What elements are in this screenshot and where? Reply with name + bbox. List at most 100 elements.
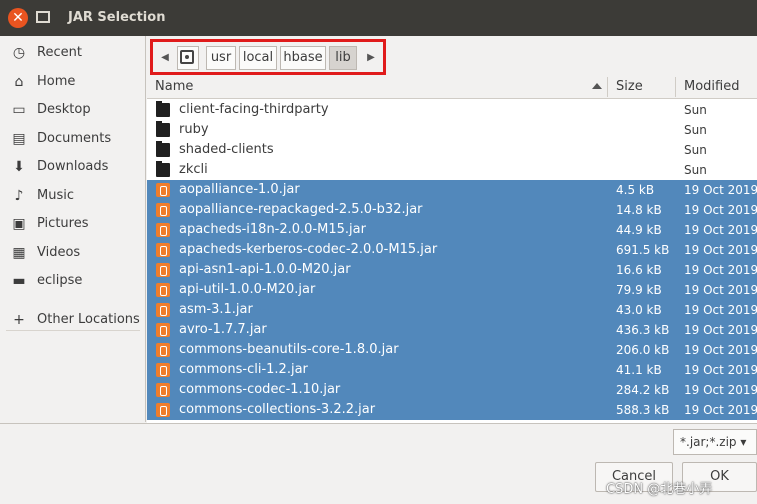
file-row[interactable]: api-util-1.0.0-M20.jar 79.9 kB 19 Oct 2019 [147, 280, 757, 300]
file-name: commons-beanutils-core-1.8.0.jar [179, 342, 399, 357]
path-segment-lib[interactable]: lib [329, 46, 357, 70]
folder-icon [156, 161, 170, 177]
file-row[interactable]: commons-cli-1.2.jar 41.1 kB 19 Oct 2019 [147, 360, 757, 380]
file-modified: 19 Oct 2019 [684, 323, 757, 337]
path-root-button[interactable] [177, 46, 199, 70]
file-modified: 19 Oct 2019 [684, 343, 757, 357]
folder-row[interactable]: shaded-clients Sun [147, 140, 757, 160]
folder-row[interactable]: zkcli Sun [147, 160, 757, 180]
music-icon: ♪ [14, 188, 24, 204]
path-forward-arrow-icon[interactable]: ▶ [363, 48, 379, 68]
file-size: 44.9 kB [616, 223, 662, 237]
file-row[interactable]: commons-codec-1.10.jar 284.2 kB 19 Oct 201… [147, 380, 757, 400]
jar-file-icon [156, 323, 170, 337]
file-modified: 19 Oct 2019 [684, 203, 757, 217]
file-row[interactable]: avro-1.7.7.jar 436.3 kB 19 Oct 2019 [147, 320, 757, 340]
file-name: zkcli [179, 162, 208, 177]
watermark: CSDN @北巷小弄 [606, 482, 713, 497]
jar-file-icon [156, 303, 170, 317]
file-size: 691.5 kB [616, 243, 670, 257]
file-modified: Sun [684, 103, 707, 117]
jar-file-icon [156, 243, 170, 257]
column-header-modified[interactable]: Modified [684, 75, 739, 99]
sidebar-item-videos[interactable]: ▦ Videos [0, 240, 146, 266]
path-back-arrow-icon[interactable]: ◀ [157, 48, 173, 68]
file-row[interactable]: api-asn1-api-1.0.0-M20.jar 16.6 kB 19 Oct … [147, 260, 757, 280]
file-name: asm-3.1.jar [179, 302, 253, 317]
sidebar-item-label: Documents [37, 131, 112, 146]
sidebar-item-label: Recent [37, 45, 82, 60]
sidebar-item-label: Home [37, 74, 76, 89]
file-size: 16.6 kB [616, 263, 662, 277]
file-size: 43.0 kB [616, 303, 662, 317]
folder-row[interactable]: client-facing-thirdparty Sun [147, 100, 757, 120]
title-bar: ✕ JAR Selection [0, 0, 757, 36]
column-header-size[interactable]: Size [616, 75, 643, 99]
file-row[interactable]: asm-3.1.jar 43.0 kB 19 Oct 2019 [147, 300, 757, 320]
file-row[interactable]: aopalliance-repackaged-2.5.0-b32.jar 14.8… [147, 200, 757, 220]
jar-file-icon [156, 183, 170, 197]
file-name: avro-1.7.7.jar [179, 322, 267, 337]
file-modified: Sun [684, 143, 707, 157]
sidebar-item-music[interactable]: ♪ Music [0, 183, 146, 209]
file-modified: 19 Oct 2019 [684, 363, 757, 377]
column-divider [607, 77, 608, 97]
file-modified: 19 Oct 2019 [684, 303, 757, 317]
folder-row[interactable]: ruby Sun [147, 120, 757, 140]
jar-file-icon [156, 283, 170, 297]
sidebar-item-label: Downloads [37, 159, 109, 174]
path-segment-usr[interactable]: usr [206, 46, 236, 70]
file-name: api-asn1-api-1.0.0-M20.jar [179, 262, 351, 277]
file-modified: 19 Oct 2019 [684, 183, 757, 197]
file-name: commons-codec-1.10.jar [179, 382, 341, 397]
jar-file-icon [156, 363, 170, 377]
file-size: 436.3 kB [616, 323, 670, 337]
file-row[interactable]: commons-collections-3.2.2.jar 588.3 kB 19 … [147, 400, 757, 420]
clock-icon: ◷ [12, 45, 26, 61]
file-row[interactable]: apacheds-kerberos-codec-2.0.0-M15.jar 691… [147, 240, 757, 260]
sort-ascending-icon [592, 83, 602, 89]
sidebar-item-recent[interactable]: ◷ Recent [0, 40, 146, 66]
sidebar-item-home[interactable]: ⌂ Home [0, 69, 146, 95]
file-modified: 19 Oct 2019 [684, 383, 757, 397]
file-type-filter-dropdown[interactable]: *.jar;*.zip ▾ [673, 429, 757, 455]
path-bar: ◀ usr local hbase lib ▶ [150, 39, 386, 75]
column-header-name[interactable]: Name [155, 75, 193, 99]
file-name: aopalliance-repackaged-2.5.0-b32.jar [179, 202, 423, 217]
file-modified: 19 Oct 2019 [684, 243, 757, 257]
sidebar-item-eclipse[interactable]: ▬ eclipse [0, 268, 146, 294]
path-segment-hbase[interactable]: hbase [280, 46, 326, 70]
home-icon: ⌂ [14, 74, 24, 90]
sidebar-item-pictures[interactable]: ▣ Pictures [0, 211, 146, 237]
file-rows: client-facing-thirdparty Sun ruby Sun shaded… [147, 100, 757, 420]
close-icon[interactable]: ✕ [8, 8, 28, 28]
sidebar-item-downloads[interactable]: ⬇ Downloads [0, 154, 146, 180]
sidebar-item-desktop[interactable]: ▭ Desktop [0, 97, 146, 123]
jar-file-icon [156, 343, 170, 357]
pictures-icon: ▣ [12, 216, 26, 232]
sidebar-item-label: Desktop [37, 102, 91, 117]
file-row[interactable]: commons-beanutils-core-1.8.0.jar 206.0 kB… [147, 340, 757, 360]
videos-icon: ▦ [12, 245, 26, 261]
disk-icon [180, 50, 194, 64]
file-row[interactable]: aopalliance-1.0.jar 4.5 kB 19 Oct 2019 [147, 180, 757, 200]
documents-icon: ▤ [12, 131, 26, 147]
sidebar-item-label: eclipse [37, 273, 83, 288]
sidebar-item-other-locations[interactable]: + Other Locations [0, 307, 146, 333]
file-modified: 19 Oct 2019 [684, 263, 757, 277]
file-name: shaded-clients [179, 142, 274, 157]
file-name: client-facing-thirdparty [179, 102, 329, 117]
sidebar-item-documents[interactable]: ▤ Documents [0, 126, 146, 152]
file-modified: 19 Oct 2019 [684, 283, 757, 297]
window-title: JAR Selection [68, 10, 166, 25]
maximize-icon[interactable] [36, 11, 50, 23]
file-size: 41.1 kB [616, 363, 662, 377]
folder-icon: ▬ [12, 273, 26, 289]
file-size: 206.0 kB [616, 343, 670, 357]
folder-icon [156, 121, 170, 137]
file-size: 588.3 kB [616, 403, 670, 417]
jar-file-icon [156, 383, 170, 397]
path-segment-local[interactable]: local [239, 46, 277, 70]
file-row[interactable]: apacheds-i18n-2.0.0-M15.jar 44.9 kB 19 Oct… [147, 220, 757, 240]
file-modified: 19 Oct 2019 [684, 223, 757, 237]
